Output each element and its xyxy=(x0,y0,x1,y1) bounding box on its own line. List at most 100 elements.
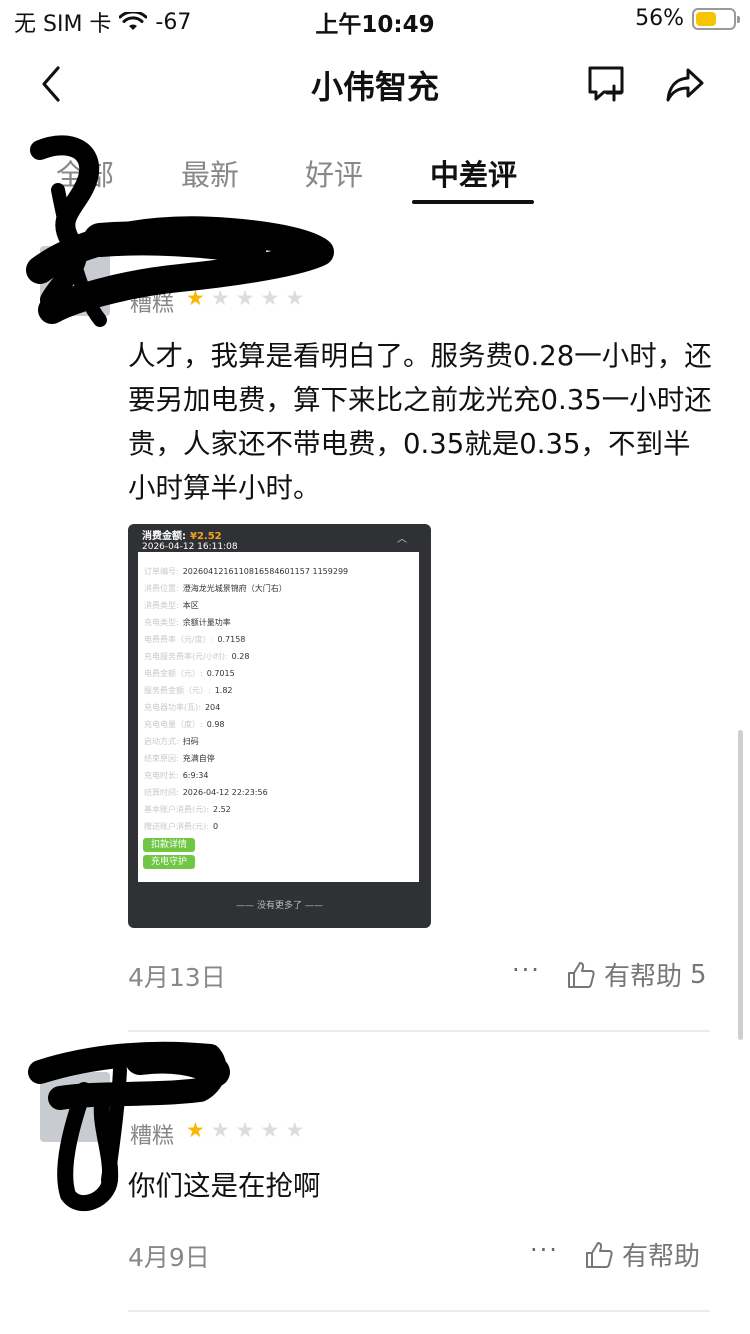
receipt-row-label: 电费费率（元/度）: xyxy=(144,635,214,644)
star-rating: ★ ★ ★ ★ ★ xyxy=(186,288,304,309)
receipt-row: 消费类型: 本区 xyxy=(144,598,414,614)
receipt-row: 结算时间: 2026-04-12 22:23:56 xyxy=(144,785,414,801)
receipt-row-label: 充电电量（度）: xyxy=(144,720,203,729)
receipt-row-value: 0.7158 xyxy=(217,635,246,644)
star-icon: ★ xyxy=(235,286,255,310)
receipt-row-label: 充电器功率(瓦): xyxy=(144,703,201,712)
battery-icon xyxy=(692,7,740,30)
rating-label: 糟糕 xyxy=(130,1124,175,1149)
star-icon: ★ xyxy=(210,1118,230,1142)
tab-latest[interactable]: 最新 xyxy=(181,152,239,194)
receipt-title-label: 消费金额: xyxy=(142,531,186,542)
receipt-row: 订单编号: 2026041216110816584601157 1159299 xyxy=(144,564,414,580)
status-bar: 无 SIM 卡 -67 上午10:49 56% xyxy=(0,0,750,42)
receipt-row-label: 赠送账户消费(元): xyxy=(144,822,209,831)
review-text: 人才，我算是看明白了。服务费0.28一小时，还要另加电费，算下来比之前龙光充0.… xyxy=(128,340,712,504)
thumbs-up-icon xyxy=(586,1241,613,1268)
receipt-row-label: 电费金额（元）: xyxy=(144,669,203,678)
review-date: 4月13日 xyxy=(128,963,226,992)
star-icon: ★ xyxy=(260,286,280,310)
receipt-row-label: 结束原因: xyxy=(144,754,179,763)
divider xyxy=(128,1030,710,1032)
avatar[interactable] xyxy=(40,1072,110,1142)
review-photo[interactable]: 消费金额: ¥2.52 2026-04-12 16:11:08 ︿ 订单编号: 20… xyxy=(128,524,431,928)
tab-negative[interactable]: 中差评 xyxy=(430,152,517,194)
receipt-row-label: 消费位置: xyxy=(144,584,179,593)
tab-active-indicator xyxy=(412,200,534,204)
receipt-row-value: 2026-04-12 22:23:56 xyxy=(182,788,268,797)
receipt-row: 充电器功率(瓦): 204 xyxy=(144,700,414,716)
receipt-row-value: 0 xyxy=(212,822,219,831)
receipt-row: 服务费金额（元）: 1.82 xyxy=(144,683,414,699)
divider xyxy=(128,1310,710,1312)
share-arrow-icon[interactable] xyxy=(664,62,706,106)
tab-all[interactable]: 全部 xyxy=(56,152,114,194)
receipt-panel: 订单编号: 2026041216110816584601157 1159299 消… xyxy=(138,552,419,882)
page-title: 小伟智充 xyxy=(310,68,439,106)
receipt-row-label: 充电类型: xyxy=(144,618,179,627)
receipt-row-label: 充电时长: xyxy=(144,771,179,780)
receipt-row: 充电时长: 6:9:34 xyxy=(144,768,414,784)
receipt-row-value: 2.52 xyxy=(212,805,231,814)
receipt-row-label: 消费类型: xyxy=(144,601,179,610)
receipt-row-value: 扫码 xyxy=(182,737,199,746)
receipt-row-label: 启动方式: xyxy=(144,737,179,746)
avatar[interactable] xyxy=(40,246,110,316)
more-options-icon[interactable]: ··· xyxy=(530,1236,559,1264)
review-date: 4月9日 xyxy=(128,1243,210,1272)
receipt-row: 消费位置: 澄海龙光城景锦府（大门右） xyxy=(144,581,414,597)
receipt-row-label: 充电服务费率(元/小时): xyxy=(144,652,228,661)
star-icon: ★ xyxy=(186,286,205,310)
receipt-footer: —— 没有更多了 —— xyxy=(236,901,323,911)
helpful-count: 5 xyxy=(690,959,707,990)
star-icon: ★ xyxy=(186,1118,205,1142)
receipt-amount: ¥2.52 xyxy=(190,531,222,542)
receipt-row-value: 0.98 xyxy=(206,720,225,729)
receipt-row-value: 本区 xyxy=(182,601,199,610)
receipt-row-label: 订单编号: xyxy=(144,567,179,576)
receipt-row-value: 澄海龙光城景锦府（大门右） xyxy=(182,584,287,593)
helpful-label: 有帮助 xyxy=(622,1242,701,1272)
star-icon: ★ xyxy=(260,1118,280,1142)
receipt-row-label: 服务费金额（元）: xyxy=(144,686,211,695)
receipt-row: 赠送账户消费(元): 0 xyxy=(144,819,414,835)
rating-label: 糟糕 xyxy=(130,292,175,317)
receipt-row: 启动方式: 扫码 xyxy=(144,734,414,750)
receipt-row-value: 2026041216110816584601157 1159299 xyxy=(182,567,349,576)
review-tabs: 全部 最新 好评 中差评 xyxy=(0,146,750,208)
tab-positive[interactable]: 好评 xyxy=(305,152,363,194)
battery-level xyxy=(696,11,716,26)
star-icon: ★ xyxy=(210,286,230,310)
battery-percent: 56% xyxy=(635,6,684,31)
thumbs-up-icon xyxy=(568,961,595,988)
receipt-detail-button: 扣款详情 xyxy=(143,838,196,852)
receipt-row: 充电电量（度）: 0.98 xyxy=(144,717,414,733)
helpful-button[interactable]: 有帮助 xyxy=(584,1236,708,1273)
receipt-row: 充电类型: 余额计量功率 xyxy=(144,615,414,631)
receipt-row-value: 204 xyxy=(204,703,221,712)
scrollbar[interactable] xyxy=(738,730,743,1040)
receipt-row: 电费金额（元）: 0.7015 xyxy=(144,666,414,682)
receipt-guard-button: 充电守护 xyxy=(143,855,196,869)
receipt-row-label: 基本账户消费(元): xyxy=(144,805,209,814)
receipt-row-value: 余额计量功率 xyxy=(182,618,231,627)
chevron-up-icon: ︿ xyxy=(397,534,407,545)
star-icon: ★ xyxy=(235,1118,255,1142)
helpful-button[interactable]: 有帮助 5 xyxy=(566,956,707,993)
receipt-row-value: 0.28 xyxy=(231,652,250,661)
star-rating: ★ ★ ★ ★ ★ xyxy=(186,1120,304,1141)
receipt-row-value: 充满自停 xyxy=(182,754,215,763)
receipt-row-value: 6:9:34 xyxy=(182,771,209,780)
receipt-row: 充电服务费率(元/小时): 0.28 xyxy=(144,649,414,665)
star-icon: ★ xyxy=(285,1118,305,1142)
receipt-row-label: 结算时间: xyxy=(144,788,179,797)
receipt-row: 电费费率（元/度）: 0.7158 xyxy=(144,632,414,648)
receipt-row: 基本账户消费(元): 2.52 xyxy=(144,802,414,818)
review-text: 你们这是在抢啊 xyxy=(128,1170,321,1202)
receipt-row-value: 0.7015 xyxy=(206,669,235,678)
star-icon: ★ xyxy=(285,286,305,310)
chat-add-icon[interactable] xyxy=(584,62,628,106)
more-options-icon[interactable]: ··· xyxy=(512,956,541,984)
status-right: 56% xyxy=(635,6,740,31)
nav-bar: 小伟智充 xyxy=(0,48,750,124)
